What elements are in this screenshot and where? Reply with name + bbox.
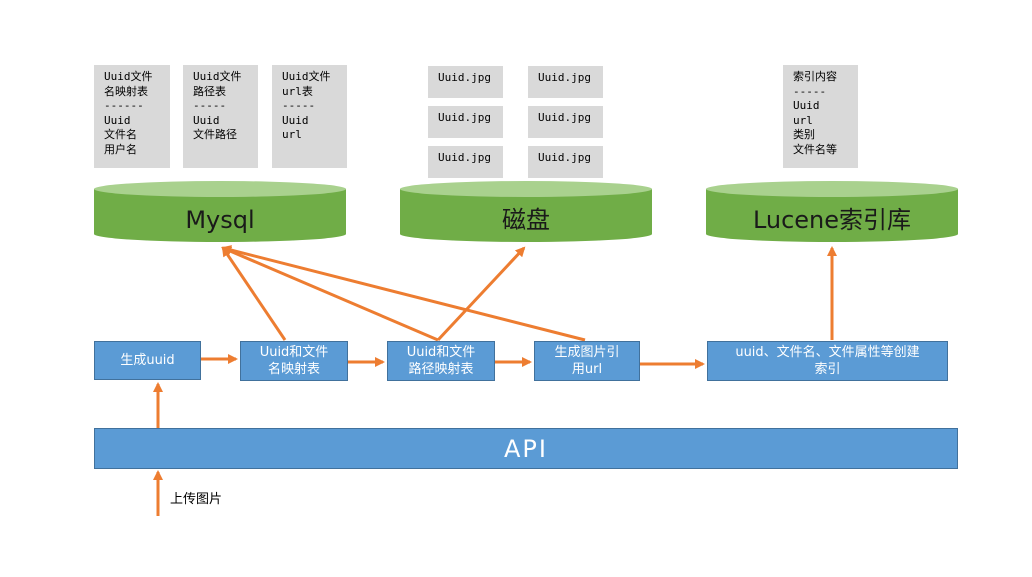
lucene-database: Lucene索引库 [706, 181, 958, 242]
disk-label: 磁盘 [502, 206, 550, 234]
lucene-label: Lucene索引库 [753, 206, 911, 234]
box-label: 索引 [814, 362, 841, 377]
box-label: Uuid和文件 [259, 345, 329, 360]
box-label: 名映射表 [267, 362, 320, 377]
generate-url-box: 生成图片引 用url [534, 341, 640, 381]
generate-uuid-box: 生成uuid [94, 341, 201, 380]
mysql-database: Mysql [94, 181, 346, 242]
create-index-box: uuid、文件名、文件属性等创建 索引 [707, 341, 948, 381]
box-label: 生成图片引 [554, 345, 620, 360]
upload-image-label: 上传图片 [170, 492, 223, 507]
api-bar: API [94, 428, 958, 469]
box-label: Uuid和文件 [406, 345, 476, 360]
diagram-canvas: Mysql 磁盘 Lucene索引库 [94, 181, 958, 516]
api-label: API [504, 434, 548, 463]
arrows [153, 245, 837, 516]
uuid-name-map-box: Uuid和文件 名映射表 [240, 341, 348, 381]
box-label: 生成uuid [120, 353, 175, 368]
arrow-path-map-to-disk [436, 246, 526, 342]
disk-database: 磁盘 [400, 181, 652, 242]
box-label: uuid、文件名、文件属性等创建 [735, 345, 920, 360]
mysql-label: Mysql [185, 206, 254, 234]
box-label: 路径映射表 [408, 362, 474, 377]
uuid-path-map-box: Uuid和文件 路径映射表 [387, 341, 495, 381]
box-label: 用url [571, 362, 603, 377]
